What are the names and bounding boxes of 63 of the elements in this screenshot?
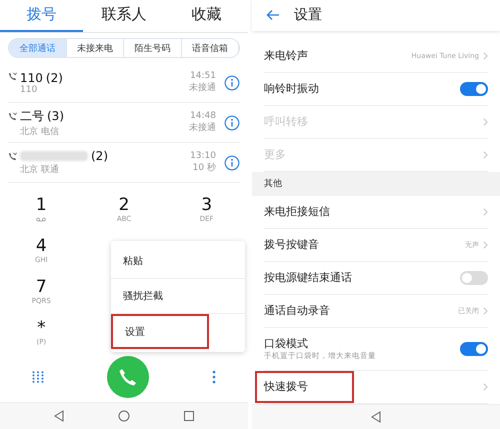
chevron-icon — [483, 306, 488, 315]
key-digit[interactable]: 2 — [118, 194, 130, 215]
back-icon[interactable] — [370, 410, 382, 423]
key-digit[interactable]: * — [37, 318, 46, 338]
key-digit[interactable]: 3 — [201, 194, 212, 215]
chevron-icon — [483, 382, 488, 391]
menu-item[interactable]: 设置 — [111, 314, 209, 350]
call-location: 北京 电信 — [20, 126, 60, 138]
chevron-icon — [483, 208, 488, 216]
key-digit[interactable]: 4 — [36, 236, 47, 256]
tab[interactable]: 收藏 — [165, 0, 248, 32]
call-time: 13:10 — [190, 151, 216, 162]
back-arrow-icon[interactable] — [266, 9, 280, 22]
missed-call-icon — [8, 152, 17, 162]
call-location: 110 — [20, 84, 38, 95]
settings-item[interactable]: 通话自动录音 — [264, 294, 458, 327]
settings-item: 口袋模式 — [264, 336, 309, 352]
tab[interactable]: 拨号 — [0, 0, 83, 32]
menu-item[interactable]: 粘贴 — [111, 244, 245, 280]
info-icon[interactable] — [224, 154, 240, 171]
call-status: 未接通 — [189, 82, 216, 94]
key-digit[interactable]: 1 — [36, 195, 47, 216]
settings-item[interactable]: 拨号按键音 — [264, 228, 465, 261]
settings-item[interactable]: 来电拒接短信 — [264, 196, 483, 228]
dialpad-icon[interactable] — [32, 371, 44, 384]
tab[interactable]: 联系人 — [82, 0, 166, 32]
call-location: 北京 联通 — [20, 164, 60, 176]
chevron-icon — [483, 118, 488, 126]
key-digit[interactable]: 7 — [36, 276, 47, 297]
section-header: 其他 — [252, 172, 500, 196]
settings-item[interactable]: 来电铃声 — [264, 40, 412, 72]
menu-item[interactable]: 骚扰拦截 — [111, 279, 245, 314]
caller-name: 110 — [20, 70, 43, 85]
recents-icon[interactable] — [183, 410, 195, 422]
call-time: 14:48 — [190, 111, 216, 122]
back-icon[interactable] — [53, 410, 65, 422]
call-count: (3) — [47, 109, 64, 124]
blurred-name — [20, 151, 88, 162]
phone-icon — [118, 367, 138, 388]
chevron-icon — [483, 240, 488, 249]
info-icon[interactable] — [224, 74, 240, 91]
missed-call-icon — [8, 72, 17, 82]
call-status: 未接通 — [189, 122, 216, 134]
call-count: (2) — [91, 149, 108, 164]
toggle-switch[interactable] — [460, 270, 488, 285]
more-icon[interactable] — [212, 370, 216, 384]
settings-item: 响铃时振动 — [264, 81, 320, 96]
home-icon[interactable] — [118, 410, 130, 422]
settings-item[interactable]: 快速拨号 — [255, 370, 354, 403]
settings-item: 按电源键结束通话 — [264, 270, 353, 286]
call-time: 14:51 — [190, 71, 216, 82]
toggle-switch[interactable] — [460, 342, 488, 356]
call-status: 10 秒 — [192, 162, 216, 174]
missed-call-icon — [8, 112, 17, 122]
chevron-icon — [483, 52, 488, 60]
info-icon[interactable] — [224, 114, 240, 131]
chevron-icon — [483, 150, 488, 159]
call-button[interactable] — [106, 356, 149, 398]
voicemail-icon — [36, 217, 46, 222]
caller-name: 二号 — [20, 108, 44, 125]
call-count: (2) — [46, 70, 63, 85]
toggle-switch[interactable] — [460, 82, 488, 96]
page-title: 设置 — [294, 6, 322, 24]
